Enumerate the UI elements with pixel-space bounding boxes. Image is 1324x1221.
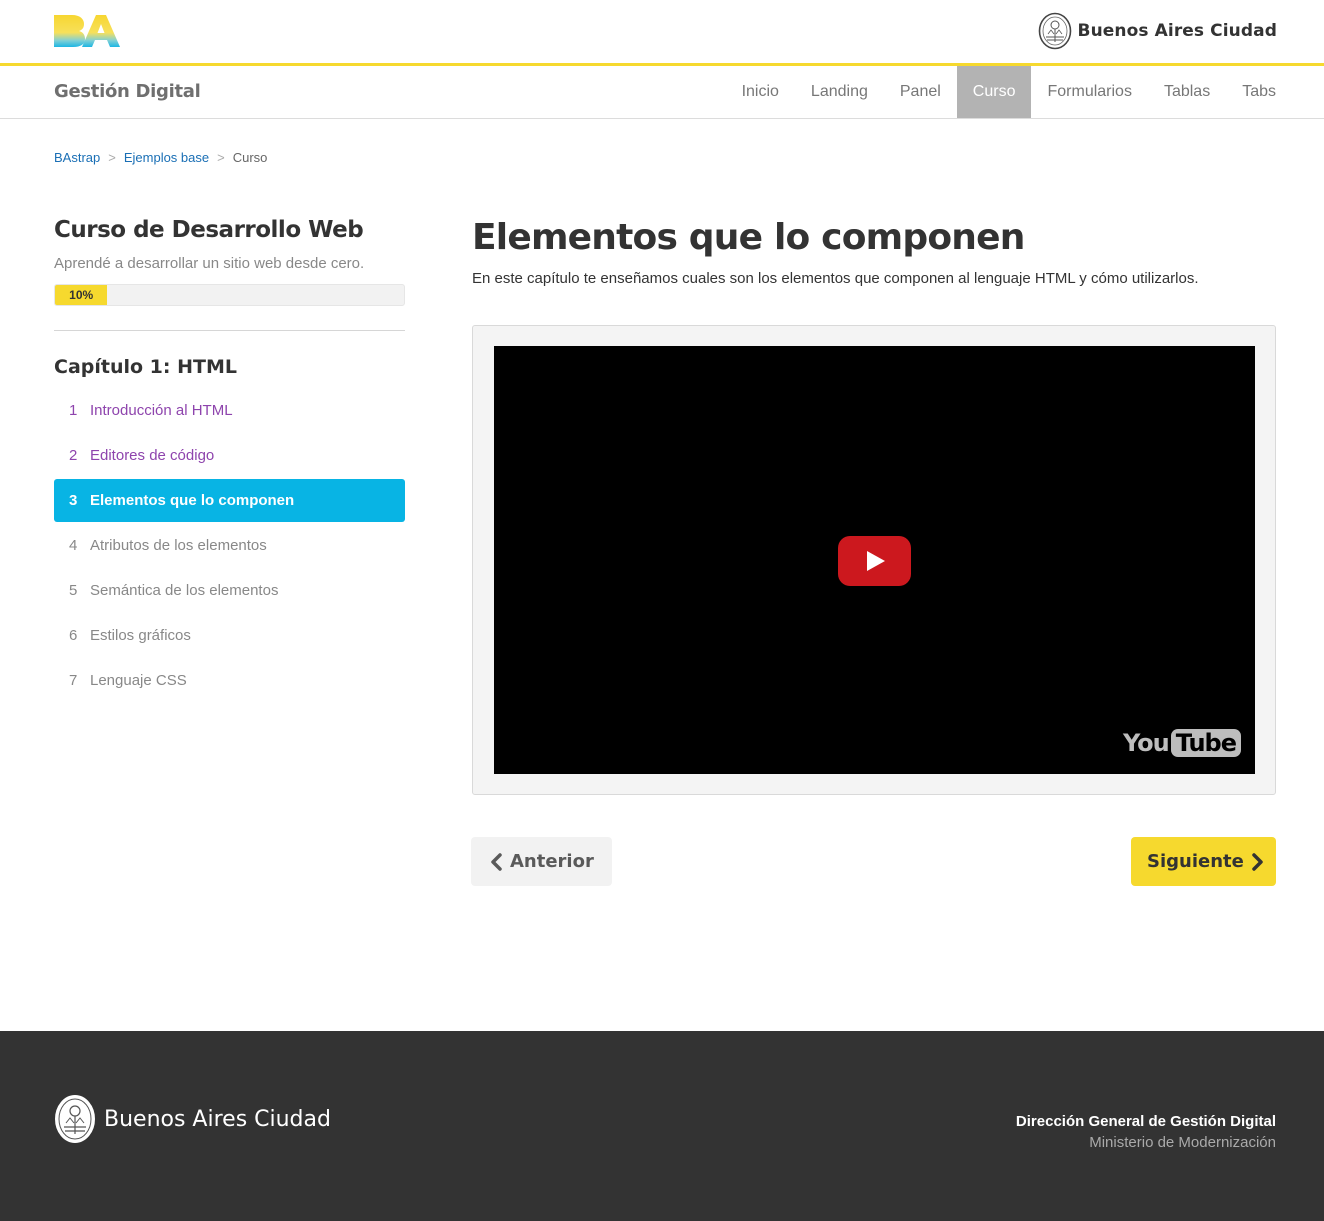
city-name: Buenos Aires Ciudad bbox=[1077, 21, 1277, 41]
nav-item-panel[interactable]: Panel bbox=[884, 66, 957, 118]
breadcrumb-current: Curso bbox=[232, 150, 268, 165]
nav-item-tabs[interactable]: Tabs bbox=[1226, 66, 1292, 118]
breadcrumb-separator: > bbox=[217, 150, 225, 165]
footer: Buenos Aires Ciudad Dirección General de… bbox=[0, 1031, 1324, 1221]
lesson-number: 4 bbox=[69, 537, 78, 554]
lesson-item[interactable]: 2 Editores de código bbox=[54, 434, 405, 477]
breadcrumb: BAstrap > Ejemplos base > Curso bbox=[54, 150, 267, 165]
nav-item-curso[interactable]: Curso bbox=[956, 66, 1032, 118]
chapter-title: Capítulo 1: HTML bbox=[54, 356, 237, 378]
site-brand[interactable]: Gestión Digital bbox=[54, 81, 201, 102]
lesson-label: Semántica de los elementos bbox=[90, 582, 279, 599]
next-button[interactable]: Siguiente bbox=[1131, 837, 1276, 886]
video-frame: You Tube bbox=[472, 325, 1276, 795]
lesson-number: 3 bbox=[69, 492, 78, 509]
next-button-label: Siguiente bbox=[1147, 851, 1244, 872]
course-sidebar: Curso de Desarrollo Web Aprendé a desarr… bbox=[54, 215, 405, 704]
youtube-logo-you: You bbox=[1122, 729, 1170, 757]
city-seal-icon bbox=[1038, 12, 1071, 50]
lesson-number: 7 bbox=[69, 672, 78, 689]
nav-item-landing[interactable]: Landing bbox=[795, 66, 884, 118]
footer-ministry: Ministerio de Modernización bbox=[1089, 1134, 1276, 1151]
course-progress-bar: 10% bbox=[54, 284, 405, 306]
lesson-item[interactable]: 7 Lenguaje CSS bbox=[54, 659, 405, 702]
lesson-number: 1 bbox=[69, 402, 78, 419]
lesson-item[interactable]: 6 Estilos gráficos bbox=[54, 614, 405, 657]
footer-credits: Dirección General de Gestión Digital Min… bbox=[1016, 1113, 1276, 1151]
lesson-item[interactable]: 5 Semántica de los elementos bbox=[54, 569, 405, 612]
lesson-label: Elementos que lo componen bbox=[90, 492, 295, 509]
chevron-right-icon bbox=[1252, 852, 1263, 871]
youtube-video-player[interactable]: You Tube bbox=[494, 346, 1255, 774]
previous-button[interactable]: Anterior bbox=[471, 837, 612, 886]
lesson-label: Introducción al HTML bbox=[90, 402, 233, 419]
chevron-left-icon bbox=[491, 852, 502, 871]
youtube-logo-tube: Tube bbox=[1170, 729, 1241, 757]
lesson-label: Editores de código bbox=[90, 447, 215, 464]
lesson-item[interactable]: 4 Atributos de los elementos bbox=[54, 524, 405, 567]
city-seal-icon bbox=[55, 1095, 95, 1143]
footer-brand-name: Buenos Aires Ciudad bbox=[104, 1106, 331, 1132]
previous-button-label: Anterior bbox=[510, 851, 594, 872]
lesson-number: 2 bbox=[69, 447, 78, 464]
course-subtitle: Aprendé a desarrollar un sitio web desde… bbox=[54, 255, 365, 272]
nav-item-inicio[interactable]: Inicio bbox=[726, 66, 795, 118]
breadcrumb-link-ejemplos-base[interactable]: Ejemplos base bbox=[124, 150, 209, 165]
main-nav: Inicio Landing Panel Curso Formularios T… bbox=[726, 66, 1292, 118]
lesson-label: Lenguaje CSS bbox=[90, 672, 187, 689]
nav-item-formularios[interactable]: Formularios bbox=[1031, 66, 1147, 118]
top-bar: Buenos Aires Ciudad bbox=[0, 0, 1324, 63]
breadcrumb-separator: > bbox=[108, 150, 116, 165]
lesson-title: Elementos que lo componen bbox=[472, 217, 1025, 258]
city-brand[interactable]: Buenos Aires Ciudad bbox=[1038, 11, 1277, 51]
sidebar-divider bbox=[54, 330, 405, 331]
play-icon[interactable] bbox=[838, 536, 911, 586]
navbar: Gestión Digital Inicio Landing Panel Cur… bbox=[0, 66, 1324, 119]
lesson-number: 5 bbox=[69, 582, 78, 599]
ba-logo[interactable] bbox=[54, 13, 120, 49]
youtube-logo[interactable]: You Tube bbox=[1123, 726, 1241, 760]
course-title: Curso de Desarrollo Web bbox=[54, 217, 364, 243]
footer-brand[interactable]: Buenos Aires Ciudad bbox=[54, 1094, 331, 1144]
lesson-content: Elementos que lo componen En este capítu… bbox=[471, 215, 1276, 886]
nav-item-tablas[interactable]: Tablas bbox=[1148, 66, 1226, 118]
lesson-item[interactable]: 3 Elementos que lo componen bbox=[54, 479, 405, 522]
lesson-number: 6 bbox=[69, 627, 78, 644]
lesson-label: Estilos gráficos bbox=[90, 627, 191, 644]
progress-fill: 10% bbox=[55, 285, 108, 305]
breadcrumb-link-bastrap[interactable]: BAstrap bbox=[54, 150, 100, 165]
footer-department: Dirección General de Gestión Digital bbox=[1015, 1113, 1276, 1130]
lesson-description: En este capítulo te enseñamos cuales son… bbox=[472, 270, 1199, 287]
lesson-item[interactable]: 1 Introducción al HTML bbox=[54, 389, 405, 432]
lesson-label: Atributos de los elementos bbox=[90, 537, 267, 554]
lesson-list: 1 Introducción al HTML 2 Editores de cód… bbox=[54, 389, 405, 702]
